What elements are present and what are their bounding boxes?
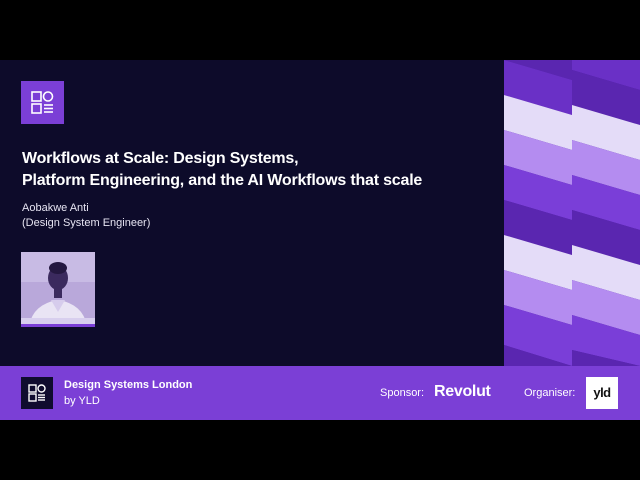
speaker-photo — [21, 252, 95, 326]
video-slide: Workflows at Scale: Design Systems, Plat… — [0, 60, 640, 420]
talk-title-line-1: Workflows at Scale: Design Systems, — [22, 150, 299, 167]
talk-title-line-2: Platform Engineering, and the AI Workflo… — [22, 172, 423, 189]
speaker-photo-underline — [21, 324, 95, 327]
sponsor-logo: Revolut — [434, 383, 491, 400]
design-systems-logo-icon — [21, 377, 53, 409]
event-organiser-text: by YLD — [64, 395, 100, 407]
speaker-role: (Design System Engineer) — [22, 217, 151, 229]
footer-bar: Design Systems London by YLD Sponsor: Re… — [0, 366, 640, 420]
decorative-stripe-pattern — [504, 60, 640, 366]
talk-title: Workflows at Scale: Design Systems, Plat… — [22, 148, 492, 192]
speaker-name: Aobakwe Anti — [22, 202, 89, 214]
event-name: Design Systems London — [64, 379, 193, 391]
design-systems-logo-icon — [21, 81, 64, 124]
yld-logo-icon: yld — [586, 377, 618, 409]
sponsor-label: Sponsor: — [380, 387, 425, 399]
organiser-label: Organiser: — [524, 387, 576, 399]
